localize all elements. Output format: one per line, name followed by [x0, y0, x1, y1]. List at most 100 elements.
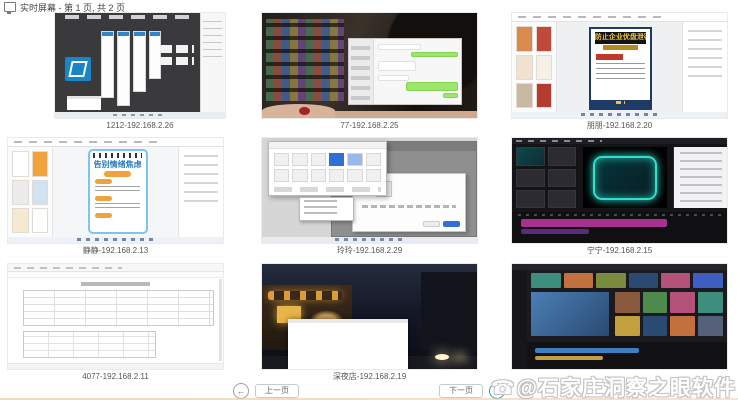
title-bar: 实时屏幕 - 第 1 页, 共 2 页 [4, 1, 125, 13]
template-sidebar [512, 22, 557, 111]
poster-body-text [95, 186, 140, 194]
shape-chooser-dialog [268, 141, 386, 196]
screen-thumbnail-1212[interactable] [55, 13, 225, 118]
editor-topbar [512, 264, 727, 270]
screen-cell: 4077-192.168.2.11 [8, 264, 223, 382]
screen-caption: 玲玲-192.168.2.29 [262, 246, 477, 256]
prev-arrow-button[interactable]: ← [233, 383, 249, 399]
prev-page-button[interactable]: 上一页 [255, 384, 299, 398]
screen-cell: 防止企业优盘泄密 朋朋-192.168.2.20 [512, 13, 727, 131]
template-sidebar [8, 147, 53, 236]
screen-caption: 宁宁-192.168.2.15 [512, 246, 727, 256]
neon-frame [593, 156, 657, 200]
timeline [512, 212, 727, 244]
poster-red-heading [596, 54, 623, 60]
spiral-binding [93, 153, 142, 158]
next-arrow-button[interactable]: → [489, 383, 505, 399]
screen-thumbnail-jingjing[interactable]: 告别情绪焦虑 [8, 138, 223, 243]
screen-caption: 1212-192.168.2.26 [55, 121, 225, 131]
poster-body-text [596, 63, 645, 80]
media-bin [516, 147, 576, 208]
table-block [23, 331, 156, 358]
note-poster-canvas: 告别情绪焦虑 [88, 149, 148, 234]
screen-cell: 1212-192.168.2.26 [55, 13, 225, 131]
screen-thumbnail-4077[interactable] [8, 264, 223, 369]
floating-panel [149, 31, 162, 79]
app-logo [65, 57, 91, 81]
screen-thumbnail-medialib[interactable] [512, 264, 727, 369]
screen-cell: 玲玲-192.168.2.29 [262, 138, 477, 256]
right-panel [200, 13, 226, 112]
chat-bubble [378, 44, 421, 50]
screen-thumbnail-nightstreet[interactable] [262, 264, 477, 369]
dropdown-list [299, 197, 355, 221]
screen-cell: 77-192.168.2.25 [262, 13, 477, 131]
screen-cell: 深夜店-192.168.2.19 [262, 264, 477, 382]
contact-list [349, 39, 374, 104]
red-bracelet [299, 107, 310, 115]
section-heading [95, 213, 112, 218]
section-heading [95, 179, 112, 184]
chat-bubble [378, 75, 409, 81]
arrow-right-icon: → [493, 387, 502, 396]
doc-heading [81, 282, 150, 286]
next-page-button[interactable]: 下一页 [439, 384, 483, 398]
table-block [23, 290, 214, 326]
window-titlebars [65, 15, 194, 19]
screen-caption: 朋朋-192.168.2.20 [512, 121, 727, 131]
cell-grid [160, 45, 194, 53]
pagination: ← 上一页 下一页 → [0, 383, 738, 399]
properties-panel [178, 147, 223, 236]
small-window [67, 96, 101, 110]
poster-body-text [95, 203, 140, 211]
poster-subtitle-pill [104, 171, 131, 177]
building-silhouette [421, 272, 477, 350]
screen-cell [512, 264, 727, 382]
floating-panel [101, 31, 114, 98]
arrow-left-icon: ← [237, 387, 246, 396]
screen-caption: 深夜店-192.168.2.19 [262, 372, 477, 382]
properties-panel [673, 147, 727, 208]
doc-toolbar [8, 264, 223, 272]
cell-grid [160, 57, 194, 65]
scrollbar [219, 279, 222, 361]
screen-caption: 静静-192.168.2.13 [8, 246, 223, 256]
timeline-clip [521, 219, 667, 227]
timeline-area [527, 342, 727, 369]
screen-caption [512, 372, 727, 382]
timeline-ruler [518, 214, 720, 216]
timeline-clip [521, 229, 590, 234]
left-nav-rail [512, 270, 527, 369]
preview-tile [531, 292, 608, 336]
chat-bubble [378, 61, 416, 71]
confirm-button-mini [443, 221, 460, 228]
green-chat-bubble [411, 52, 458, 57]
taskbar [8, 237, 223, 243]
screen-thumbnail-lingling[interactable] [262, 138, 477, 243]
timeline-clip [535, 356, 603, 360]
dialog-header [269, 142, 385, 149]
timeline-clip [535, 348, 639, 353]
doc-ribbon [8, 272, 223, 277]
desktop-icon-grid [266, 19, 343, 101]
screen-caption: 4077-192.168.2.11 [8, 372, 223, 382]
poster-title: 告别情绪焦虑 [90, 160, 146, 169]
dialog-footer-buttons [274, 187, 381, 191]
poster-title: 防止企业优盘泄密 [595, 32, 646, 44]
thumbnail-grid [615, 292, 723, 336]
car-headlight [435, 354, 449, 360]
thumbnail-row [531, 273, 722, 288]
editor-toolbar [8, 138, 223, 147]
green-chat-bubble [406, 82, 457, 90]
floating-panel [133, 31, 146, 92]
taskbar [512, 112, 727, 118]
monitor-icon [4, 2, 16, 12]
screen-thumbnail-pengpeng[interactable]: 防止企业优盘泄密 [512, 13, 727, 118]
usb-poster-canvas: 防止企业优盘泄密 [589, 27, 651, 110]
poster-subtitle-band [603, 45, 638, 50]
screen-thumbnail-77[interactable] [262, 13, 477, 118]
green-chat-bubble [443, 93, 458, 98]
pager-spacer [305, 391, 433, 392]
screen-thumbnail-ningning[interactable] [512, 138, 727, 243]
white-app-window [288, 319, 408, 369]
